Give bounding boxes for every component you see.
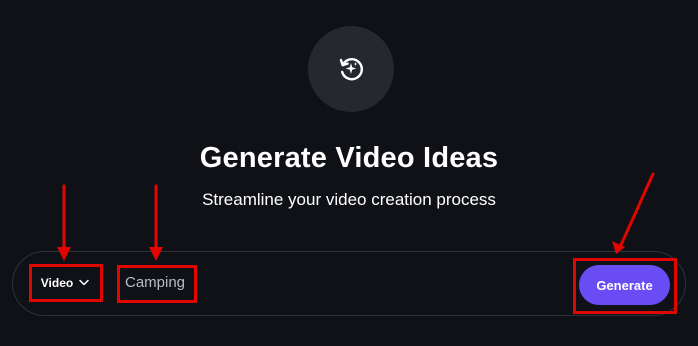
chevron-down-icon <box>79 279 89 286</box>
content-type-value: Video <box>40 275 74 290</box>
header-icon-circle <box>308 26 394 112</box>
content-type-select[interactable]: Video <box>30 264 100 301</box>
annotation-arrow <box>612 172 655 254</box>
page-subtitle: Streamline your video creation process <box>202 190 496 209</box>
generate-button[interactable]: Generate <box>579 265 670 305</box>
video-ideas-page: Generate Video Ideas Streamline your vid… <box>0 0 698 346</box>
page-title: Generate Video Ideas <box>199 142 499 174</box>
topic-input[interactable] <box>119 264 199 301</box>
sparkle-refresh-icon <box>339 58 363 81</box>
idea-input-bar: Video Generate <box>12 251 686 316</box>
